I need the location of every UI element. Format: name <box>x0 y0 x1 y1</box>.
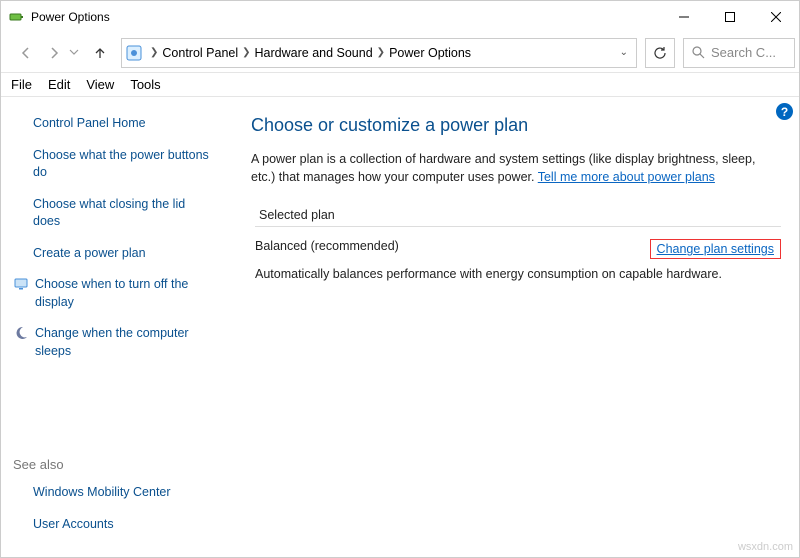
menu-tools[interactable]: Tools <box>130 77 160 92</box>
content: Control Panel Home Choose what the power… <box>1 97 799 557</box>
control-panel-icon <box>126 45 142 61</box>
minimize-button[interactable] <box>661 1 707 33</box>
battery-icon <box>9 9 25 25</box>
refresh-button[interactable] <box>645 38 675 68</box>
sidebar-link-home[interactable]: Control Panel Home <box>33 115 215 133</box>
window-controls <box>661 1 799 33</box>
main-panel: Choose or customize a power plan A power… <box>229 97 799 557</box>
toolbar: ❯ Control Panel ❯ Hardware and Sound ❯ P… <box>1 33 799 73</box>
window-title: Power Options <box>31 10 661 24</box>
sidebar-link-power-buttons[interactable]: Choose what the power buttons do <box>33 147 215 182</box>
breadcrumb-seg-hardware-sound[interactable]: Hardware and Sound <box>255 46 373 60</box>
selected-plan-label: Selected plan <box>255 204 781 227</box>
watermark: wsxdn.com <box>738 541 793 553</box>
sidebar-link-mobility-center[interactable]: Windows Mobility Center <box>33 484 215 502</box>
sidebar-link-closing-lid[interactable]: Choose what closing the lid does <box>33 196 215 231</box>
back-button[interactable] <box>13 40 39 66</box>
close-button[interactable] <box>753 1 799 33</box>
menu-view[interactable]: View <box>86 77 114 92</box>
breadcrumb-seg-power-options[interactable]: Power Options <box>389 46 471 60</box>
sidebar-link-create-plan[interactable]: Create a power plan <box>33 245 215 263</box>
maximize-button[interactable] <box>707 1 753 33</box>
recent-locations-button[interactable] <box>69 45 85 60</box>
sidebar-link-turn-off-display[interactable]: Choose when to turn off the display <box>33 276 215 311</box>
search-input[interactable]: Search C... <box>683 38 795 68</box>
plan-description: Automatically balances performance with … <box>255 267 781 281</box>
see-also-section: See also Windows Mobility Center User Ac… <box>13 457 215 547</box>
sidebar-link-change-sleep[interactable]: Change when the computer sleeps <box>33 325 215 360</box>
sidebar: Control Panel Home Choose what the power… <box>1 97 229 557</box>
chevron-down-icon[interactable]: ⌄ <box>616 47 632 58</box>
plan-row: Balanced (recommended) Change plan setti… <box>255 239 781 259</box>
tell-me-more-link[interactable]: Tell me more about power plans <box>538 170 715 184</box>
plan-name: Balanced (recommended) <box>255 239 399 253</box>
sidebar-link-user-accounts[interactable]: User Accounts <box>33 516 215 534</box>
monitor-icon <box>13 276 29 292</box>
search-icon <box>692 46 705 59</box>
chevron-right-icon: ❯ <box>377 47 385 58</box>
help-button[interactable]: ? <box>776 103 793 120</box>
breadcrumb[interactable]: ❯ Control Panel ❯ Hardware and Sound ❯ P… <box>121 38 637 68</box>
titlebar: Power Options <box>1 1 799 33</box>
menu-edit[interactable]: Edit <box>48 77 70 92</box>
menubar: File Edit View Tools ? <box>1 73 799 97</box>
search-placeholder: Search C... <box>711 45 776 60</box>
up-button[interactable] <box>87 40 113 66</box>
breadcrumb-seg-control-panel[interactable]: Control Panel <box>162 46 238 60</box>
forward-button[interactable] <box>41 40 67 66</box>
see-also-label: See also <box>13 457 215 472</box>
intro-text: A power plan is a collection of hardware… <box>251 150 781 186</box>
chevron-right-icon: ❯ <box>150 47 158 58</box>
moon-icon <box>13 325 29 341</box>
page-heading: Choose or customize a power plan <box>251 115 781 136</box>
change-plan-settings-link[interactable]: Change plan settings <box>650 239 781 259</box>
chevron-right-icon: ❯ <box>242 47 250 58</box>
menu-file[interactable]: File <box>11 77 32 92</box>
